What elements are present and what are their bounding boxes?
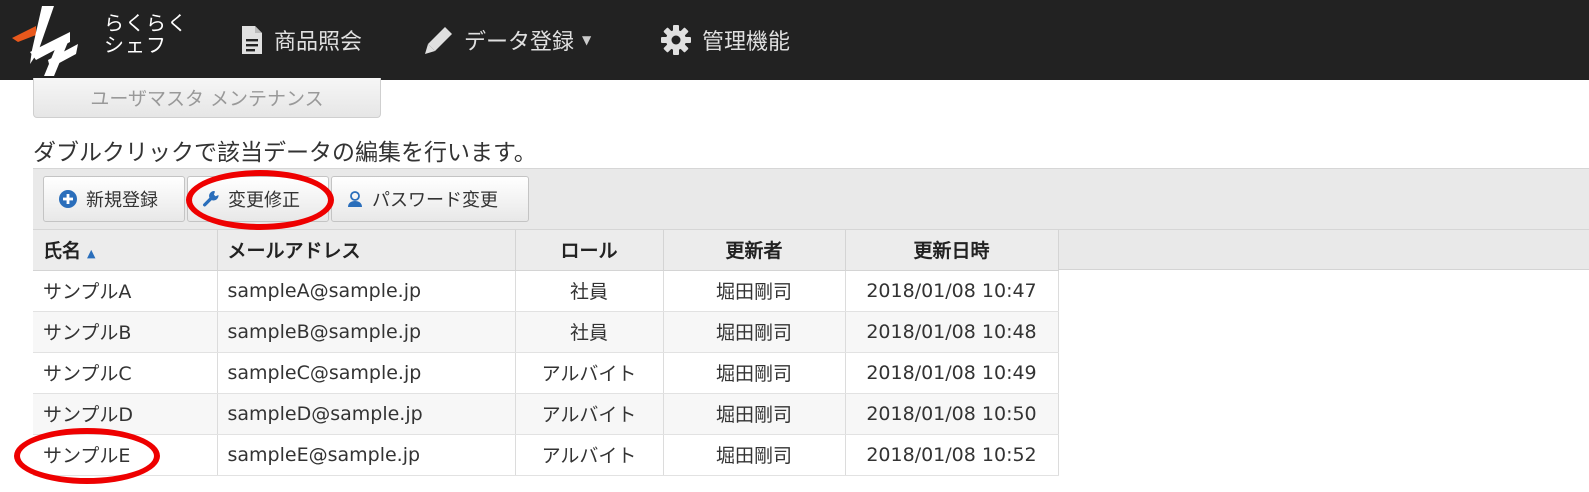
cell-updated-at: 2018/01/08 10:47 <box>845 270 1059 312</box>
highlight-row-e-annotation <box>14 428 160 484</box>
cell-updater: 堀田剛司 <box>663 352 846 394</box>
brand-line-1: らくらく <box>104 11 188 35</box>
brand-name: らくらく シェフ <box>104 12 188 56</box>
nav-product-inquiry[interactable]: 商品照会 <box>240 20 362 60</box>
table-row[interactable]: サンプルC sampleC@sample.jp アルバイト 堀田剛司 2018/… <box>33 352 1059 394</box>
plus-circle-icon <box>59 190 77 208</box>
top-navbar: らくらく シェフ 商品照会 データ登録 ▼ 管理機能 <box>0 0 1589 80</box>
new-register-button[interactable]: 新規登録 <box>43 176 185 222</box>
dropdown-caret-icon: ▼ <box>582 33 592 47</box>
table-row[interactable]: サンプルB sampleB@sample.jp 社員 堀田剛司 2018/01/… <box>33 311 1059 353</box>
change-password-label: パスワード変更 <box>372 190 498 211</box>
cell-updater: 堀田剛司 <box>663 270 846 312</box>
cell-name: サンプルB <box>33 311 218 353</box>
pencil-icon <box>425 27 452 54</box>
col-header-name-label: 氏名 <box>43 240 82 263</box>
user-table: 氏名 ▲ メールアドレス ロール 更新者 更新日時 サンプルA sampleA@s… <box>33 230 1059 476</box>
brand-logo[interactable]: らくらく シェフ <box>8 2 193 78</box>
highlight-edit-button-annotation <box>186 170 334 230</box>
table-row[interactable]: サンプルE sampleE@sample.jp アルバイト 堀田剛司 2018/… <box>33 434 1059 476</box>
col-header-name[interactable]: 氏名 ▲ <box>33 230 218 271</box>
cell-name: サンプルD <box>33 393 218 435</box>
cell-updater: 堀田剛司 <box>663 393 846 435</box>
nav-data-register[interactable]: データ登録 ▼ <box>424 20 591 60</box>
sort-ascending-icon: ▲ <box>87 247 96 261</box>
nav-data-register-label: データ登録 <box>464 30 575 55</box>
cell-role: アルバイト <box>515 434 664 476</box>
cell-name: サンプルC <box>33 352 218 394</box>
cell-email: sampleD@sample.jp <box>217 393 516 435</box>
user-grid: 氏名 ▲ メールアドレス ロール 更新者 更新日時 サンプルA sampleA@s… <box>33 230 1059 476</box>
cell-updated-at: 2018/01/08 10:49 <box>845 352 1059 394</box>
cell-name: サンプルA <box>33 270 218 312</box>
cell-email: sampleE@sample.jp <box>217 434 516 476</box>
table-header-row: 氏名 ▲ メールアドレス ロール 更新者 更新日時 <box>33 230 1059 271</box>
gear-icon <box>661 25 691 55</box>
col-header-updater[interactable]: 更新者 <box>663 230 846 271</box>
cell-email: sampleC@sample.jp <box>217 352 516 394</box>
cell-updated-at: 2018/01/08 10:48 <box>845 311 1059 353</box>
cell-updated-at: 2018/01/08 10:50 <box>845 393 1059 435</box>
cell-role: 社員 <box>515 311 664 353</box>
nav-admin-label: 管理機能 <box>702 30 791 55</box>
cell-role: アルバイト <box>515 352 664 394</box>
cell-role: 社員 <box>515 270 664 312</box>
cell-email: sampleA@sample.jp <box>217 270 516 312</box>
cell-email: sampleB@sample.jp <box>217 311 516 353</box>
col-header-email[interactable]: メールアドレス <box>217 230 516 271</box>
grid-header-filler <box>1058 230 1589 270</box>
document-icon <box>242 26 262 54</box>
page-title-button[interactable]: ユーザマスタ メンテナンス <box>33 78 381 118</box>
new-register-label: 新規登録 <box>86 190 158 211</box>
col-header-updated-at[interactable]: 更新日時 <box>845 230 1059 271</box>
instruction-text: ダブルクリックで該当データの編集を行います。 <box>33 140 537 166</box>
table-row[interactable]: サンプルD sampleD@sample.jp アルバイト 堀田剛司 2018/… <box>33 393 1059 435</box>
nav-admin[interactable]: 管理機能 <box>660 20 790 60</box>
logo-mark-icon <box>12 6 78 76</box>
change-password-button[interactable]: パスワード変更 <box>331 176 529 222</box>
cell-role: アルバイト <box>515 393 664 435</box>
nav-product-inquiry-label: 商品照会 <box>274 30 363 55</box>
cell-updater: 堀田剛司 <box>663 434 846 476</box>
table-row[interactable]: サンプルA sampleA@sample.jp 社員 堀田剛司 2018/01/… <box>33 270 1059 312</box>
cell-updated-at: 2018/01/08 10:52 <box>845 434 1059 476</box>
brand-line-2: シェフ <box>104 33 167 57</box>
col-header-role[interactable]: ロール <box>515 230 664 271</box>
user-icon <box>348 191 362 207</box>
cell-updater: 堀田剛司 <box>663 311 846 353</box>
